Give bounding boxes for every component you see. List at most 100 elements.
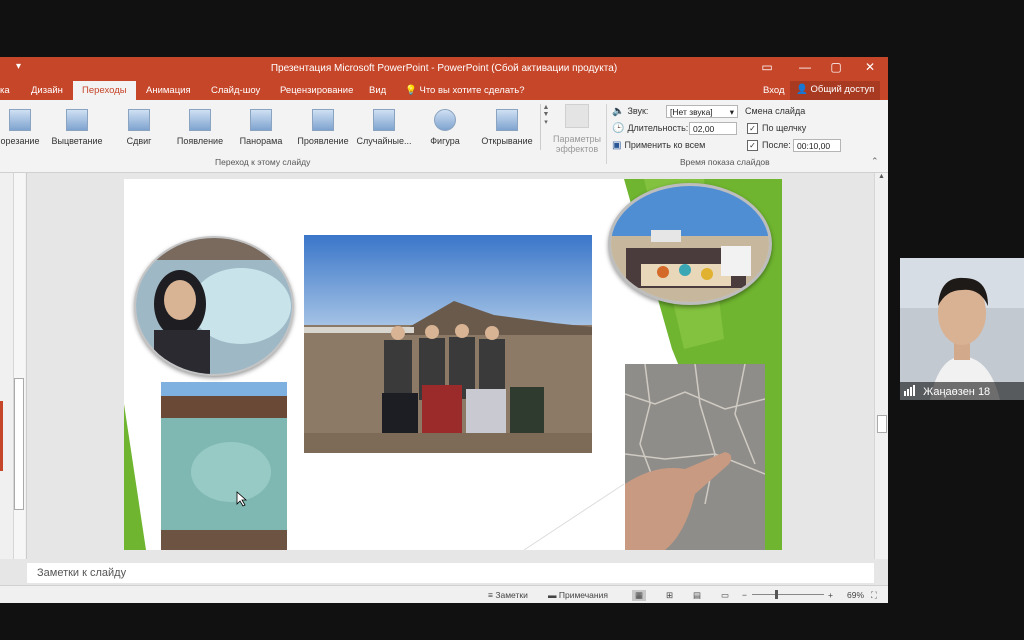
duration-stepper[interactable]: 02,00 bbox=[689, 122, 737, 135]
transition-push[interactable]: Сдвиг bbox=[107, 106, 171, 146]
slideshow-icon[interactable]: ▭ bbox=[721, 590, 729, 601]
transition-label: Случайные... bbox=[356, 136, 412, 146]
tab-transitions[interactable]: Переходы bbox=[73, 81, 136, 100]
transition-shape-icon bbox=[434, 109, 456, 131]
zoom-out-button[interactable]: − bbox=[742, 590, 747, 600]
video-participant-tile[interactable]: Жаңаөзен 18 bbox=[900, 258, 1024, 400]
duration-label: Длительность: bbox=[627, 123, 689, 133]
on-click-label: По щелчку bbox=[762, 123, 807, 133]
tab-slideshow[interactable]: Слайд-шоу bbox=[211, 85, 260, 96]
zoom-in-button[interactable]: + bbox=[828, 590, 833, 600]
ribbon-display-icon[interactable]: ▭ bbox=[757, 60, 777, 74]
photo-picnic[interactable] bbox=[608, 183, 772, 305]
apply-all-label: Применить ко всем bbox=[624, 140, 706, 150]
title-bar: ▾ Презентация Microsoft PowerPoint - Pow… bbox=[0, 57, 888, 81]
photo-group[interactable] bbox=[304, 235, 592, 453]
transition-wipe-icon bbox=[189, 109, 211, 131]
effect-options-icon bbox=[565, 104, 589, 128]
decor-line bbox=[523, 483, 625, 550]
after-checkbox[interactable]: ✓ После: bbox=[747, 140, 791, 152]
duration-row: 🕒 Длительность: bbox=[612, 123, 688, 134]
tell-me-search[interactable]: 💡 Что вы хотите сделать? bbox=[405, 85, 525, 96]
signal-icon bbox=[904, 385, 916, 399]
effect-options-button[interactable]: Параметры эффектов bbox=[550, 104, 604, 154]
duration-value: 02,00 bbox=[693, 124, 715, 134]
status-bar: ≡ Заметки ▬ Примечания ▦ ⊞ ▤ ▭ − + 69% ⛶ bbox=[0, 585, 888, 603]
after-time-value: 00:10,00 bbox=[797, 141, 831, 151]
transition-label: Выцветание bbox=[51, 136, 103, 146]
zoom-slider-handle[interactable] bbox=[775, 590, 778, 599]
slide-sorter-icon[interactable]: ⊞ bbox=[666, 590, 673, 601]
checkmark-icon: ✓ bbox=[747, 123, 758, 135]
sound-row: 🔈 Звук: bbox=[612, 106, 648, 117]
transition-pan[interactable]: Панорама bbox=[229, 106, 293, 146]
participant-name: Жаңаөзен 18 bbox=[923, 386, 991, 398]
transition-label: Появление bbox=[176, 136, 224, 146]
effect-options-label-1: Параметры bbox=[553, 134, 601, 144]
collapse-ribbon-icon[interactable]: ⌃ bbox=[871, 156, 879, 167]
tab-design[interactable]: Дизайн bbox=[31, 85, 63, 96]
transition-fade-icon bbox=[66, 109, 88, 131]
tab-animations[interactable]: Анимация bbox=[146, 85, 191, 96]
close-button[interactable]: ✕ bbox=[860, 60, 880, 74]
apply-all-button[interactable]: ▣ Применить ко всем bbox=[612, 140, 705, 151]
transition-label: Проявление bbox=[297, 136, 349, 146]
on-click-checkbox[interactable]: ✓ По щелчку bbox=[747, 123, 807, 135]
slide-canvas[interactable] bbox=[124, 179, 782, 550]
transition-shape[interactable]: Фигура bbox=[413, 106, 477, 146]
comments-button[interactable]: ▬ Примечания bbox=[548, 590, 608, 600]
minimize-button[interactable]: — bbox=[795, 60, 815, 74]
comments-label: Примечания bbox=[558, 590, 608, 600]
slide-scrollbar[interactable]: ▲ bbox=[874, 173, 888, 559]
tab-review[interactable]: Рецензирование bbox=[280, 85, 353, 96]
fit-slide-icon[interactable]: ⛶ bbox=[871, 590, 877, 601]
photo-girl-lake[interactable] bbox=[134, 236, 294, 376]
transition-label: Открывание bbox=[481, 136, 533, 146]
normal-view-icon[interactable]: ▦ bbox=[632, 590, 647, 601]
maximize-button[interactable]: ▢ bbox=[826, 60, 846, 74]
slide-scroll-thumb[interactable] bbox=[877, 415, 887, 433]
participant-video bbox=[900, 258, 1024, 400]
ribbon-transitions: орезание Выцветание Сдвиг Появление Пано… bbox=[0, 100, 888, 173]
photo-salt-hand[interactable] bbox=[625, 364, 765, 550]
transition-fade[interactable]: Выцветание bbox=[45, 106, 109, 146]
share-label: Общий доступ bbox=[810, 84, 875, 95]
tell-me-label: Что вы хотите сделать? bbox=[419, 85, 525, 96]
participant-name-bar: Жаңаөзен 18 bbox=[900, 382, 1024, 400]
transition-push-icon bbox=[128, 109, 150, 131]
sound-select[interactable]: [Нет звука] ▾ bbox=[666, 105, 738, 118]
advance-title: Смена слайда bbox=[745, 106, 806, 116]
ribbon-tabs: ка Дизайн Переходы Анимация Слайд-шоу Ре… bbox=[0, 81, 888, 100]
person-icon: 👤 bbox=[796, 84, 808, 95]
group-label-transition: Переход к этому слайду bbox=[215, 157, 311, 167]
transition-random-icon bbox=[373, 109, 395, 131]
transition-cut-icon bbox=[9, 109, 31, 131]
tab-view[interactable]: Вид bbox=[369, 85, 386, 96]
tab-insert[interactable]: ка bbox=[0, 85, 10, 96]
zoom-level[interactable]: 69% bbox=[847, 590, 864, 600]
transition-pan-icon bbox=[250, 109, 272, 131]
notes-button[interactable]: ≡ Заметки bbox=[488, 590, 528, 600]
transition-reveal[interactable]: Проявление bbox=[291, 106, 355, 146]
reading-view-icon[interactable]: ▤ bbox=[693, 590, 701, 601]
sign-in-link[interactable]: Вход bbox=[763, 85, 785, 96]
zoom-slider[interactable] bbox=[752, 594, 824, 595]
notes-placeholder: Заметки к слайду bbox=[37, 567, 127, 579]
thumbnail-scroll-thumb[interactable] bbox=[14, 378, 24, 510]
photo-lake[interactable] bbox=[161, 382, 287, 550]
clock-icon: 🕒 bbox=[612, 123, 625, 134]
checkmark-icon: ✓ bbox=[747, 140, 758, 152]
transition-wipe[interactable]: Появление bbox=[168, 106, 232, 146]
transition-uncover[interactable]: Открывание bbox=[475, 106, 539, 146]
after-time-stepper[interactable]: 00:10,00 bbox=[793, 139, 841, 152]
group-separator bbox=[606, 104, 607, 164]
transition-random[interactable]: Случайные... bbox=[352, 106, 416, 146]
notes-pane[interactable]: Заметки к слайду bbox=[27, 563, 874, 583]
effect-options-label-2: эффектов bbox=[555, 144, 599, 154]
transition-label: Фигура bbox=[430, 136, 460, 146]
chevron-down-icon: ▾ bbox=[729, 107, 734, 117]
share-button[interactable]: 👤 Общий доступ bbox=[790, 81, 881, 100]
transition-label: Панорама bbox=[239, 136, 283, 146]
thumbnail-pane bbox=[0, 173, 27, 559]
sound-label: Звук: bbox=[627, 106, 649, 116]
